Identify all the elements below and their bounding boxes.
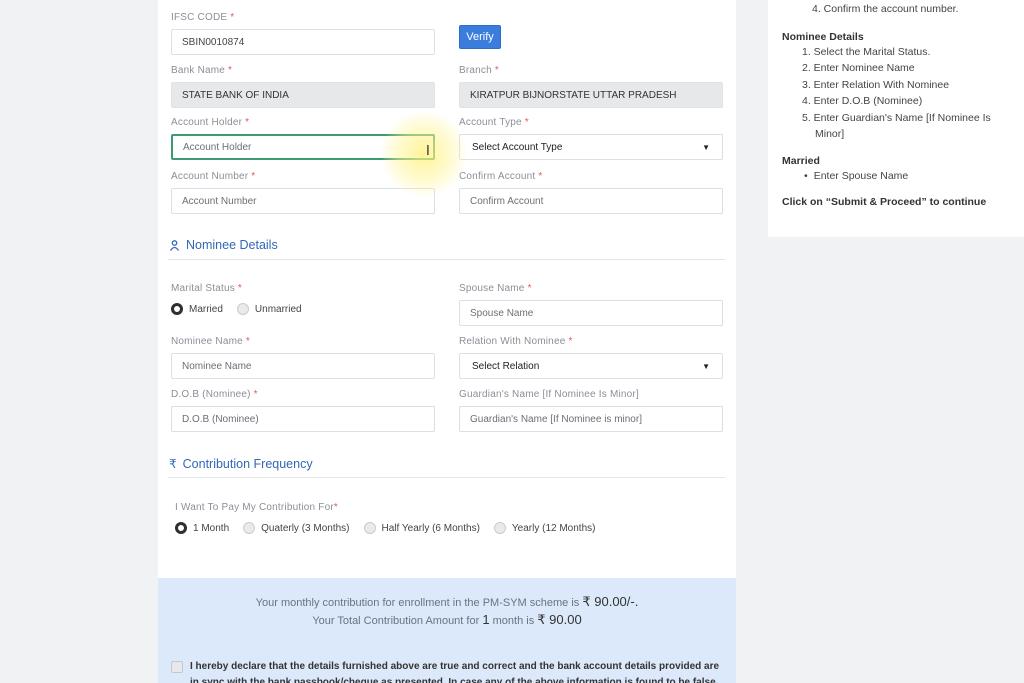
text-cursor-icon: I: [426, 144, 430, 159]
caret-down-icon: ▼: [702, 142, 710, 152]
nominee-instructions-heading: Nominee Details: [782, 30, 864, 43]
radio-empty-icon: [236, 303, 249, 315]
nominee-step: 4. Enter D.O.B (Nominee): [802, 95, 923, 107]
total-contribution-line: Your Total Contribution Amount for 1 mon…: [312, 612, 582, 627]
unmarried-radio[interactable]: Unmarried: [236, 303, 302, 315]
rupee-icon: ₹: [169, 457, 177, 471]
radio-selected-icon: [171, 303, 183, 315]
married-instructions-heading: Married: [782, 154, 820, 167]
account-number-label: Account Number *: [171, 171, 256, 182]
bank-name-field: STATE BANK OF INDIA: [171, 82, 435, 108]
account-type-label: Account Type *: [459, 117, 529, 128]
contribution-section-title: ₹ Contribution Frequency: [169, 457, 313, 471]
radio-empty-icon: [493, 522, 506, 534]
declaration-checkbox[interactable]: [171, 661, 183, 673]
frequency-half-yearly-radio[interactable]: Half Yearly (6 Months): [363, 522, 480, 534]
enrollment-form: IFSC CODE * SBIN0010874 Verify Bank Name…: [158, 0, 736, 683]
bank-name-label: Bank Name *: [171, 65, 233, 76]
nominee-step: 3. Enter Relation With Nominee: [802, 78, 950, 91]
person-icon: [169, 239, 180, 251]
contribution-divider: [168, 477, 725, 478]
account-holder-input[interactable]: Account Holder: [171, 134, 435, 160]
nominee-step: 2. Enter Nominee Name: [802, 62, 915, 74]
dob-label: D.O.B (Nominee) *: [171, 389, 258, 400]
dob-input[interactable]: D.O.B (Nominee): [171, 406, 435, 432]
ifsc-label: IFSC CODE *: [171, 12, 235, 23]
radio-empty-icon: [243, 522, 256, 534]
caret-down-icon: ▼: [702, 361, 710, 371]
nominee-step-continued: Minor]: [815, 128, 845, 140]
married-radio[interactable]: Married: [171, 303, 223, 315]
guardian-label: Guardian's Name [If Nominee Is Minor]: [459, 389, 639, 400]
spouse-name-label: Spouse Name *: [459, 283, 532, 294]
instructions-footer: Click on “Submit & Proceed” to continue: [782, 196, 987, 208]
bullet-icon: •: [804, 169, 808, 182]
nominee-name-label: Nominee Name *: [171, 336, 250, 347]
nominee-instructions-list: 1. Select the Marital Status. 2. Enter N…: [782, 44, 1010, 143]
frequency-yearly-radio[interactable]: Yearly (12 Months): [493, 522, 595, 534]
frequency-quarterly-radio[interactable]: Quaterly (3 Months): [243, 522, 350, 534]
nominee-step: 1. Select the Marital Status.: [802, 45, 931, 58]
contribution-frequency-group: 1 Month Quaterly (3 Months) Half Yearly …: [175, 522, 609, 534]
spouse-name-input[interactable]: Spouse Name: [459, 300, 723, 326]
nominee-name-input[interactable]: Nominee Name: [171, 353, 435, 379]
account-holder-label: Account Holder *: [171, 117, 250, 128]
guardian-input[interactable]: Guardian's Name [If Nominee is minor]: [459, 406, 723, 432]
branch-label: Branch *: [459, 65, 499, 76]
declaration-text: I hereby declare that the details furnis…: [190, 661, 720, 683]
marital-status-group: Married Unmarried: [171, 303, 316, 315]
contribution-summary: Your monthly contribution for enrollment…: [158, 578, 736, 683]
married-step: • Enter Spouse Name: [782, 168, 1010, 185]
branch-field: KIRATPUR BIJNORSTATE UTTAR PRADESH: [459, 82, 723, 108]
instruction-confirm-account: 4. Confirm the account number.: [812, 3, 959, 15]
nominee-section-title: Nominee Details: [169, 238, 278, 252]
account-type-select[interactable]: Select Account Type ▼: [459, 134, 723, 160]
radio-selected-icon: [175, 522, 187, 534]
monthly-contribution-line: Your monthly contribution for enrollment…: [255, 594, 639, 609]
account-number-input[interactable]: Account Number: [171, 188, 435, 214]
relation-select[interactable]: Select Relation ▼: [459, 353, 723, 379]
page: IFSC CODE * SBIN0010874 Verify Bank Name…: [0, 0, 1024, 683]
verify-button[interactable]: Verify: [459, 25, 501, 49]
frequency-1-month-radio[interactable]: 1 Month: [175, 522, 229, 534]
relation-label: Relation With Nominee *: [459, 336, 573, 347]
contribution-question-label: I Want To Pay My Contribution For*: [175, 502, 338, 513]
marital-status-label: Marital Status *: [171, 283, 243, 294]
confirm-account-label: Confirm Account *: [459, 171, 543, 182]
ifsc-input[interactable]: SBIN0010874: [171, 29, 435, 55]
radio-empty-icon: [363, 522, 376, 534]
nominee-step: 5. Enter Guardian's Name [If Nominee Is: [802, 111, 991, 124]
nominee-divider: [168, 259, 725, 260]
confirm-account-input[interactable]: Confirm Account: [459, 188, 723, 214]
instructions-panel: 4. Confirm the account number. Nominee D…: [768, 0, 1024, 237]
